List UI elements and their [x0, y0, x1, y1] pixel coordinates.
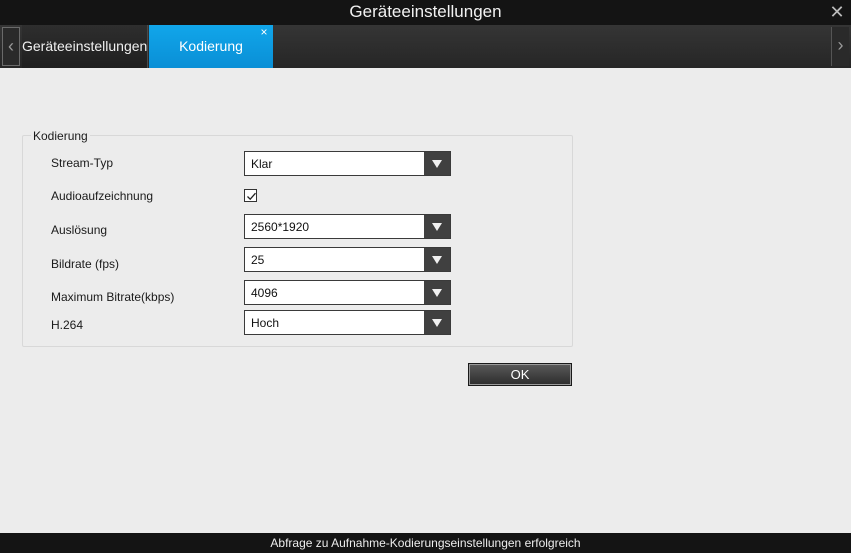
tab-bar: ‹ Geräteeinstellungen Kodierung × ›	[0, 25, 851, 68]
h264-profile-value: Hoch	[251, 316, 280, 330]
chevron-right-icon[interactable]: ›	[831, 27, 849, 66]
max-bitrate-value: 4096	[251, 286, 278, 300]
resolution-value: 2560*1920	[251, 220, 310, 234]
chevron-left-icon[interactable]: ‹	[2, 27, 20, 66]
close-icon[interactable]: ✕	[829, 2, 845, 22]
device-settings-window: Geräteeinstellungen ✕ ‹ Geräteeinstellun…	[0, 0, 851, 553]
framerate-select[interactable]: 25	[244, 247, 451, 272]
h264-label: H.264	[51, 318, 84, 332]
max-bitrate-select[interactable]: 4096	[244, 280, 451, 305]
chevron-down-icon[interactable]	[424, 281, 450, 304]
tab-encoding[interactable]: Kodierung ×	[149, 25, 273, 68]
encoding-group: Kodierung Stream-Typ Klar Audioaufzeichn…	[22, 129, 573, 347]
resolution-label: Auslösung	[51, 223, 108, 237]
check-icon	[247, 192, 256, 201]
status-bar: Abfrage zu Aufnahme-Kodierungseinstellun…	[0, 533, 851, 553]
window-title: Geräteeinstellungen	[349, 2, 502, 21]
chevron-down-icon[interactable]	[424, 311, 450, 334]
chevron-down-icon[interactable]	[424, 215, 450, 238]
tab-close-icon[interactable]: ×	[258, 26, 270, 38]
h264-profile-select[interactable]: Hoch	[244, 310, 451, 335]
group-title: Kodierung	[31, 129, 90, 143]
chevron-down-icon[interactable]	[424, 152, 450, 175]
stream-type-select[interactable]: Klar	[244, 151, 451, 176]
title-bar: Geräteeinstellungen ✕	[0, 0, 851, 25]
max-bitrate-label: Maximum Bitrate(kbps)	[51, 290, 175, 304]
audio-recording-checkbox[interactable]	[244, 189, 257, 202]
tab-device-settings[interactable]: Geräteeinstellungen	[22, 25, 148, 68]
stream-type-value: Klar	[251, 157, 273, 171]
ok-button[interactable]: OK	[468, 363, 572, 386]
framerate-label: Bildrate (fps)	[51, 257, 120, 271]
tab-label: Kodierung	[179, 38, 243, 54]
resolution-select[interactable]: 2560*1920	[244, 214, 451, 239]
audio-recording-label: Audioaufzeichnung	[51, 189, 154, 203]
framerate-value: 25	[251, 253, 265, 267]
tab-label: Geräteeinstellungen	[22, 38, 148, 54]
stream-type-label: Stream-Typ	[51, 156, 114, 170]
chevron-down-icon[interactable]	[424, 248, 450, 271]
